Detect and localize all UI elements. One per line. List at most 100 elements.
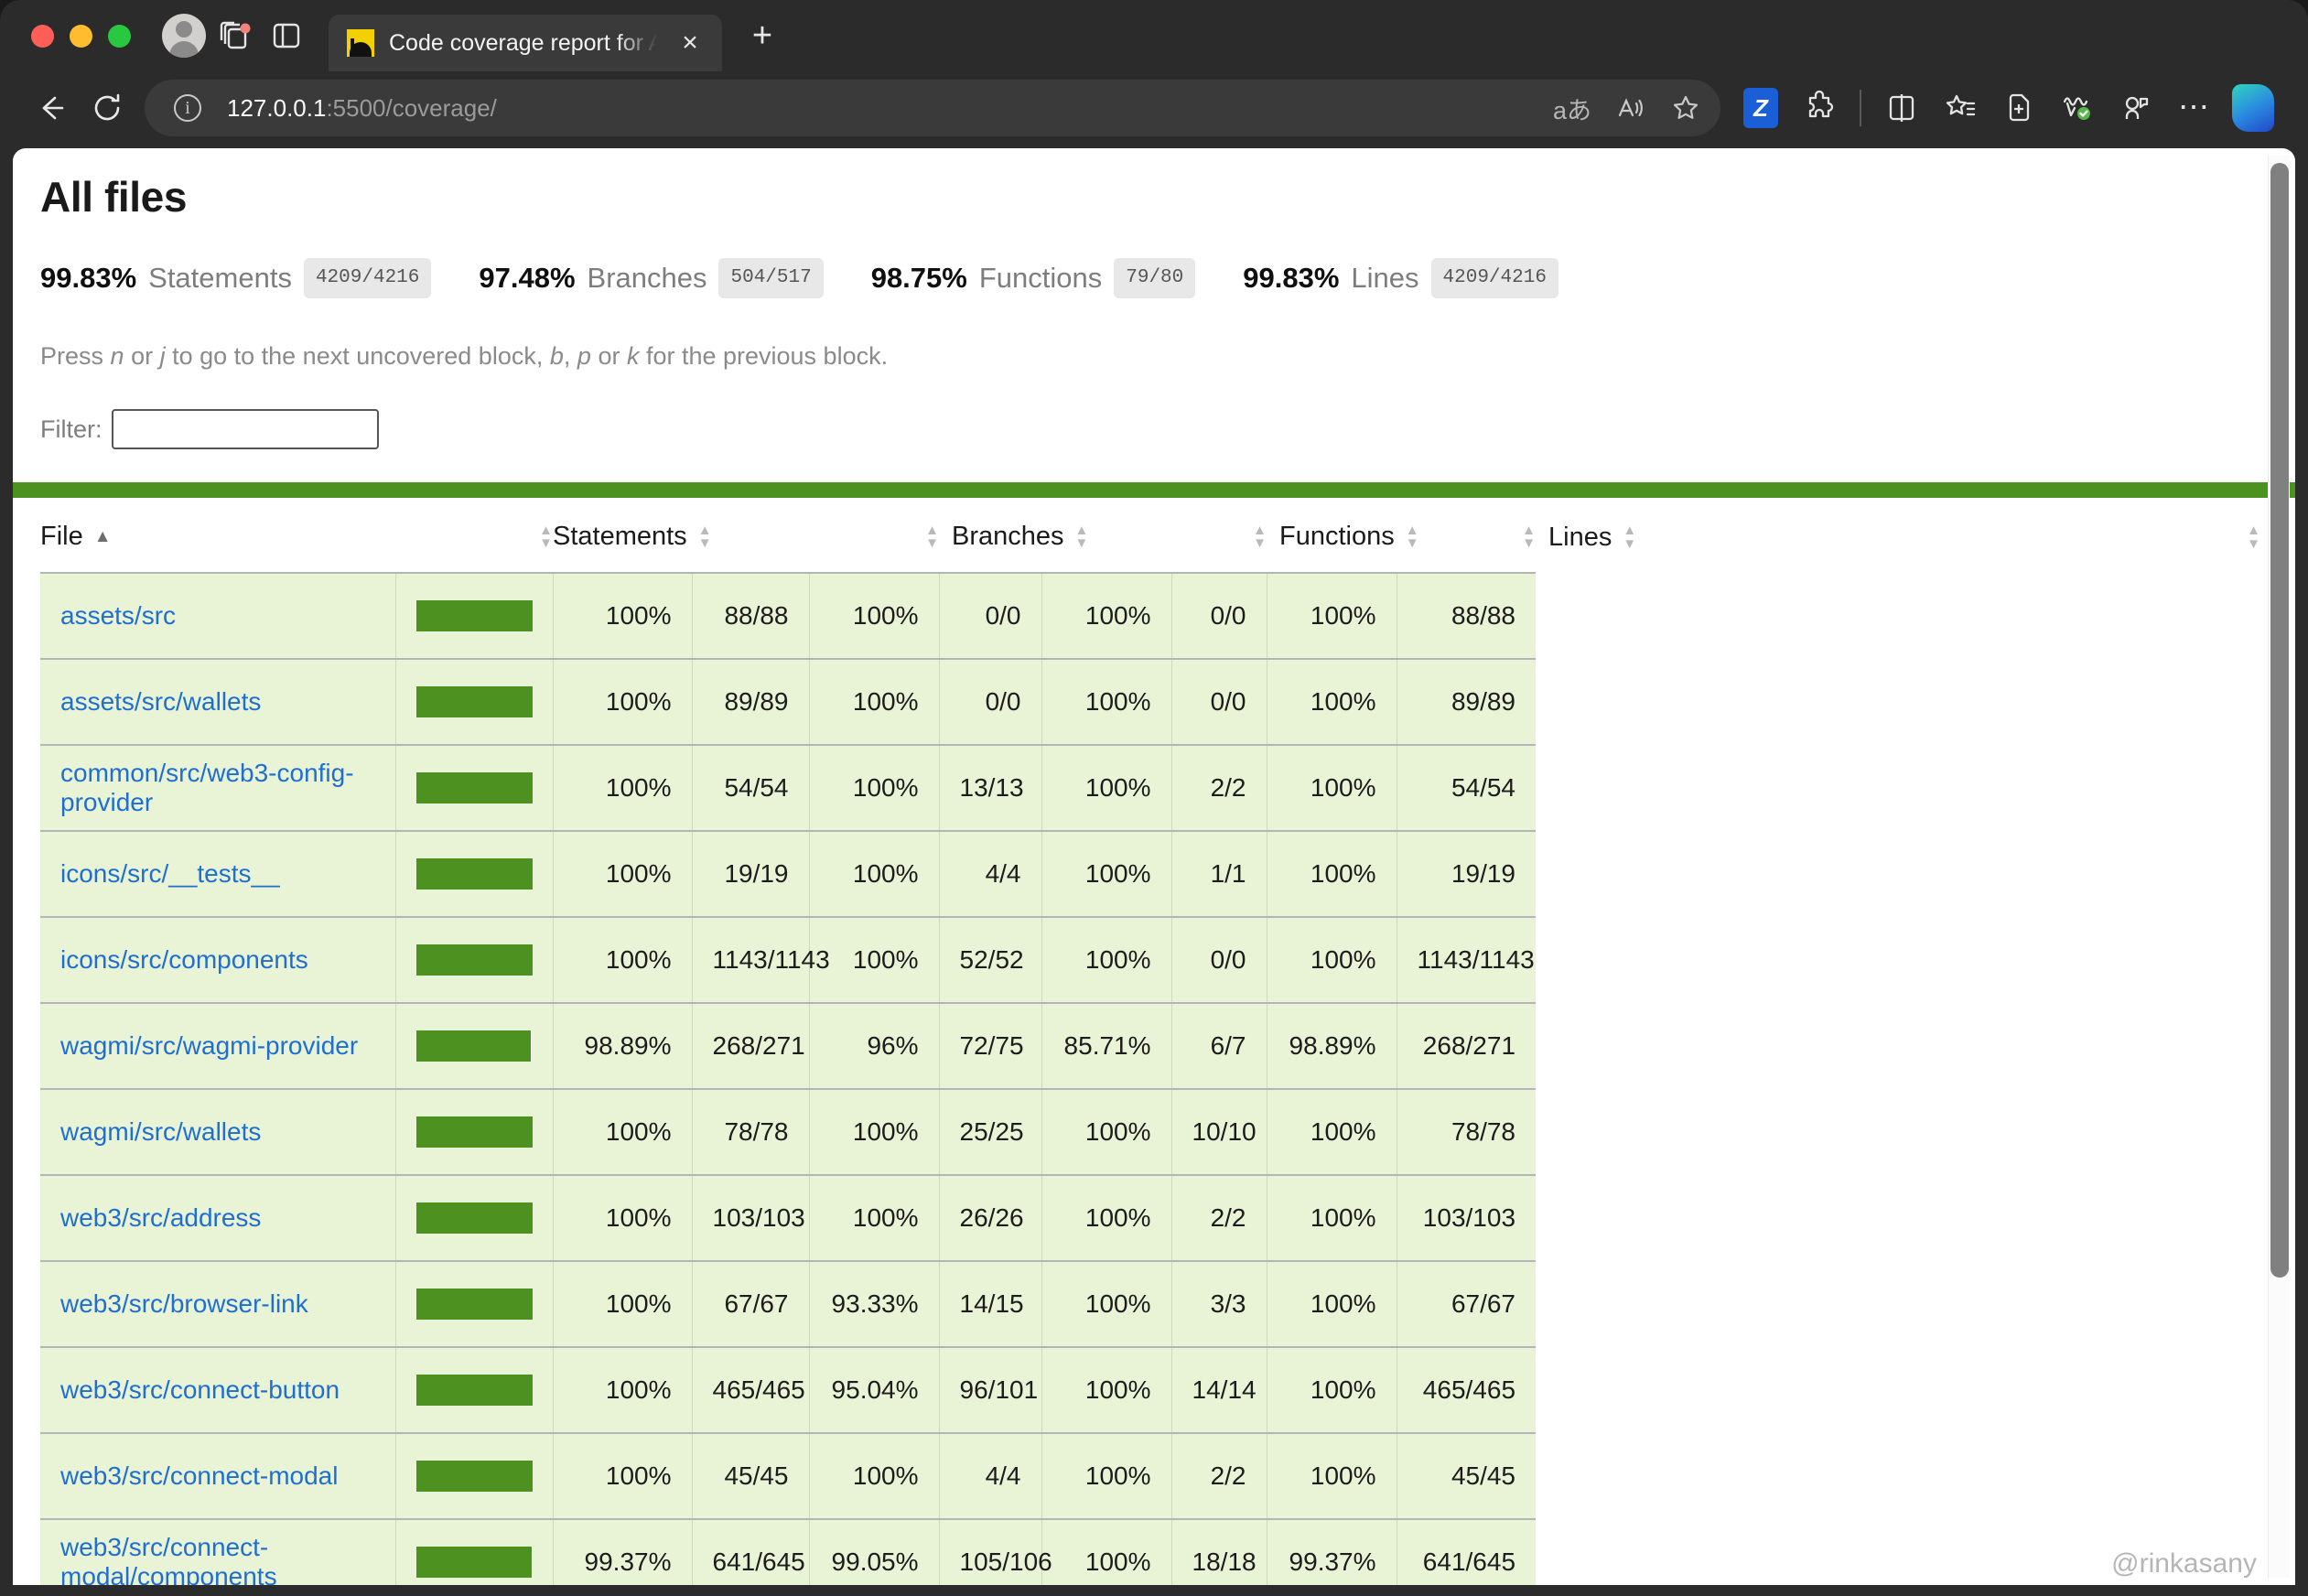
branches-percent: 97.48% (479, 262, 576, 294)
more-options-icon[interactable]: ⋯ (2167, 81, 2222, 135)
file-link[interactable]: web3/src/connect-modal/components (60, 1533, 277, 1585)
minimize-window-button[interactable] (70, 24, 92, 48)
row-lines-raw: 1143/1143 (1397, 916, 1537, 1003)
row-branches-raw: 0/0 (939, 572, 1042, 659)
row-statements-raw: 67/67 (692, 1260, 810, 1347)
col-statements-bar-sort[interactable]: ▲ ▼ (395, 498, 553, 573)
file-link[interactable]: common/src/web3-config-provider (60, 759, 354, 816)
row-functions-pct: 100% (1041, 1260, 1172, 1347)
sort-arrows-icon: ▲ ▼ (1623, 523, 1637, 552)
col-branches-label: Branches (952, 522, 1064, 551)
browser-essentials-icon[interactable] (2050, 81, 2105, 135)
page-scrollbar-thumb[interactable] (2270, 163, 2289, 1278)
omnibox-actions: aあ (1547, 82, 1711, 134)
col-statements[interactable]: Statements ▲ ▼ (553, 498, 810, 573)
read-aloud-icon[interactable] (1603, 82, 1655, 134)
row-functions-raw: 2/2 (1171, 1174, 1267, 1261)
row-branches-pct: 99.05% (809, 1518, 940, 1585)
zotero-connector-icon[interactable]: Z (1733, 81, 1788, 135)
filter-input[interactable] (111, 409, 379, 449)
row-file-cell: assets/src (40, 572, 396, 659)
file-link[interactable]: web3/src/connect-button (60, 1375, 340, 1404)
file-link[interactable]: wagmi/src/wallets (60, 1117, 261, 1146)
row-lines-pct: 100% (1267, 1346, 1397, 1433)
row-functions-pct: 100% (1041, 1346, 1172, 1433)
close-tab-icon[interactable]: × (674, 29, 706, 57)
back-button[interactable] (22, 80, 79, 136)
col-functions[interactable]: Functions ▲ ▼ (1267, 498, 1419, 573)
collections-favorites-icon[interactable] (1933, 81, 1988, 135)
row-functions-raw: 14/14 (1171, 1346, 1267, 1433)
tab-title: Code coverage report for All files (389, 29, 660, 56)
row-statements-pct: 100% (553, 1432, 693, 1519)
table-header-row: File ▲ ▲ ▼ Statements ▲ ▼ ▲ ▼ Branches ▲… (40, 498, 2260, 573)
row-file-cell: web3/src/connect-modal (40, 1432, 396, 1519)
translate-icon[interactable]: aあ (1547, 82, 1598, 134)
browser-tab[interactable]: Code coverage report for All files × (329, 15, 722, 71)
row-lines-raw: 67/67 (1397, 1260, 1537, 1347)
extensions-puzzle-icon[interactable] (1792, 81, 1847, 135)
file-link[interactable]: web3/src/browser-link (60, 1289, 308, 1318)
file-link[interactable]: wagmi/src/wagmi-provider (60, 1031, 358, 1060)
profile-settings-icon[interactable] (2108, 81, 2163, 135)
row-branches-raw: 72/75 (939, 1002, 1042, 1089)
row-functions-pct: 100% (1041, 744, 1172, 831)
tab-actions-icon[interactable] (210, 10, 261, 61)
url-text: 127.0.0.1:5500/coverage/ (227, 94, 1547, 123)
favorite-star-icon[interactable] (1660, 82, 1711, 134)
url-host: 127.0.0.1 (227, 93, 327, 122)
row-file-cell: icons/src/__tests__ (40, 830, 396, 917)
toolbar-divider (1860, 90, 1861, 126)
file-link[interactable]: web3/src/connect-modal (60, 1461, 338, 1490)
coverage-bar (415, 1030, 533, 1062)
row-lines-pct: 100% (1267, 830, 1397, 917)
file-link[interactable]: assets/src (60, 601, 176, 630)
window-traffic-lights (31, 24, 131, 48)
row-statements-raw: 45/45 (692, 1432, 810, 1519)
row-branches-pct: 96% (809, 1002, 940, 1089)
close-window-button[interactable] (31, 24, 54, 48)
file-link[interactable]: icons/src/__tests__ (60, 859, 280, 888)
address-bar[interactable]: i 127.0.0.1:5500/coverage/ aあ (145, 80, 1720, 136)
row-branches-pct: 100% (809, 658, 940, 745)
favicon-icon (347, 29, 374, 57)
row-lines-pct: 100% (1267, 572, 1397, 659)
col-file[interactable]: File ▲ (40, 498, 395, 573)
new-tab-button[interactable]: + (742, 18, 782, 53)
row-statements-pct: 100% (553, 1346, 693, 1433)
col-branches[interactable]: Branches ▲ ▼ (939, 498, 1172, 573)
split-screen-icon[interactable] (1874, 81, 1929, 135)
row-functions-pct: 100% (1041, 1174, 1172, 1261)
file-link[interactable]: assets/src/wallets (60, 687, 261, 716)
row-statements-pct: 100% (553, 1260, 693, 1347)
row-file-cell: icons/src/components (40, 916, 396, 1003)
reload-button[interactable] (79, 80, 135, 136)
maximize-window-button[interactable] (108, 24, 131, 48)
row-functions-pct: 100% (1041, 916, 1172, 1003)
row-lines-pct: 100% (1267, 1174, 1397, 1261)
copilot-icon[interactable] (2226, 81, 2281, 135)
row-functions-raw: 2/2 (1171, 1432, 1267, 1519)
profile-avatar-button[interactable] (158, 10, 210, 61)
file-link[interactable]: web3/src/address (60, 1203, 261, 1232)
row-branches-raw: 13/13 (939, 744, 1042, 831)
add-to-collections-icon[interactable] (1991, 81, 2046, 135)
row-lines-raw: 19/19 (1397, 830, 1537, 917)
col-branches-sort[interactable]: ▲ ▼ (809, 498, 940, 573)
file-link[interactable]: icons/src/components (60, 945, 308, 974)
row-coverage-bar-cell (395, 658, 554, 745)
table-row: wagmi/src/wagmi-provider 98.89% 268/271 96%… (40, 1002, 2260, 1089)
row-lines-raw: 54/54 (1397, 744, 1537, 831)
col-lines[interactable]: Lines ▲ ▼ ▲ ▼ (1536, 498, 2260, 573)
summary-statements: 99.83% Statements 4209/4216 (40, 258, 432, 298)
row-functions-pct: 100% (1041, 1518, 1172, 1585)
sort-arrows-icon: ▲ ▼ (697, 522, 712, 551)
row-functions-pct: 100% (1041, 830, 1172, 917)
sort-arrows-icon: ▲ ▼ (1405, 522, 1419, 551)
site-info-icon[interactable]: i (174, 94, 201, 122)
sort-arrows-icon: ▲ ▼ (1522, 522, 1537, 551)
split-pane-icon[interactable] (261, 10, 312, 61)
col-functions-sort[interactable]: ▲ ▼ (1171, 498, 1267, 573)
row-file-cell: web3/src/connect-button (40, 1346, 396, 1433)
row-coverage-bar-cell (395, 1432, 554, 1519)
